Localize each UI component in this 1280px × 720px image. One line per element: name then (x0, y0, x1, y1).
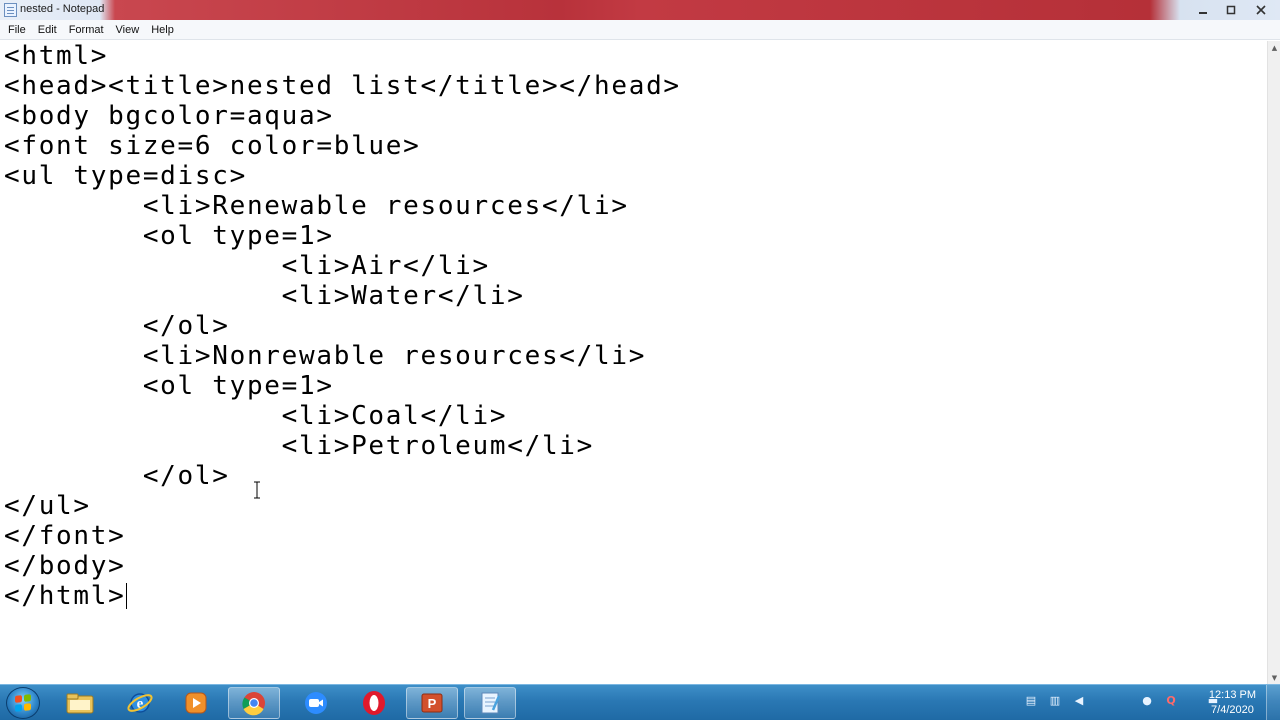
code-line: </body> (4, 551, 126, 581)
zoom-icon (305, 692, 327, 714)
taskbar-zoom[interactable] (290, 687, 342, 719)
window-title: nested - Notepad (20, 3, 105, 15)
maximize-icon (1226, 5, 1236, 14)
taskbar-explorer[interactable] (54, 687, 106, 719)
vertical-scrollbar[interactable]: ▲ ▼ (1267, 41, 1280, 684)
taskbar-chrome[interactable] (228, 687, 280, 719)
close-icon (1256, 4, 1266, 15)
media-player-icon (185, 692, 207, 714)
svg-text:P: P (428, 696, 437, 711)
code-line: </html> (4, 581, 126, 611)
show-desktop-button[interactable] (1266, 685, 1280, 720)
code-line: <li>Water</li> (4, 281, 525, 311)
close-button[interactable] (1246, 1, 1276, 18)
menu-format[interactable]: Format (63, 21, 110, 39)
menu-help[interactable]: Help (145, 21, 180, 39)
network-icon[interactable]: ▥ (1048, 693, 1062, 707)
maximize-button[interactable] (1218, 1, 1244, 18)
code-line: </ul> (4, 491, 91, 521)
notepad-icon (481, 692, 501, 714)
tray-q-icon[interactable]: Q (1164, 693, 1178, 707)
code-line: <ol type=1> (4, 221, 334, 251)
start-button[interactable] (6, 687, 40, 719)
taskbar-media-player[interactable] (170, 687, 222, 719)
action-center-icon[interactable]: ▤ (1024, 693, 1038, 707)
text-editor[interactable]: <html> <head><title>nested list</title><… (0, 41, 1267, 684)
ibeam-cursor-icon (254, 481, 260, 499)
chrome-icon (242, 692, 265, 716)
clock[interactable]: 12:13 PM 7/4/2020 (1209, 688, 1256, 718)
code-line: <html> (4, 41, 109, 71)
minimize-button[interactable] (1190, 1, 1216, 18)
taskbar: e P ▤ ▥ ◀ ● Q ▬ 12:13 PM 7/4/2020 (0, 684, 1280, 720)
text-caret (126, 583, 128, 609)
code-line: </font> (4, 521, 126, 551)
code-line: </ol> (4, 311, 230, 341)
system-tray: ▤ ▥ ◀ ● Q ▬ (1024, 693, 1220, 707)
code-line: <li>Petroleum</li> (4, 431, 595, 461)
taskbar-internet-explorer[interactable]: e (114, 687, 166, 719)
volume-icon[interactable]: ◀ (1072, 693, 1086, 707)
menu-edit[interactable]: Edit (32, 21, 63, 39)
code-line: </ol> (4, 461, 230, 491)
code-line: <li>Nonrewable resources</li> (4, 341, 647, 371)
powerpoint-icon: P (421, 693, 443, 713)
code-line: <li>Renewable resources</li> (4, 191, 629, 221)
code-line: <font size=6 color=blue> (4, 131, 421, 161)
taskbar-opera[interactable] (348, 687, 400, 719)
code-line: <ul type=disc> (4, 161, 247, 191)
clock-date: 7/4/2020 (1211, 704, 1254, 716)
menu-bar: File Edit Format View Help (0, 20, 1280, 40)
code-line: <ol type=1> (4, 371, 334, 401)
scroll-up-icon[interactable]: ▲ (1268, 41, 1280, 54)
menu-view[interactable]: View (110, 21, 146, 39)
code-line: <li>Coal</li> (4, 401, 508, 431)
minimize-icon (1199, 11, 1207, 14)
internet-explorer-icon: e (127, 693, 153, 713)
code-line: <body bgcolor=aqua> (4, 101, 334, 131)
window-controls (1190, 1, 1276, 19)
taskbar-powerpoint[interactable]: P (406, 687, 458, 719)
code-line: <li>Air</li> (4, 251, 490, 281)
notepad-icon (4, 3, 17, 17)
opera-icon (363, 691, 385, 715)
menu-file[interactable]: File (2, 21, 32, 39)
tray-app-icon[interactable]: ● (1140, 693, 1154, 707)
scroll-down-icon[interactable]: ▼ (1268, 671, 1280, 684)
taskbar-notepad[interactable] (464, 687, 516, 719)
code-line: <head><title>nested list</title></head> (4, 71, 681, 101)
title-bar[interactable]: nested - Notepad (0, 0, 1280, 20)
clock-time: 12:13 PM (1208, 689, 1256, 701)
windows-explorer-icon (66, 693, 94, 714)
editor-content[interactable]: <html> <head><title>nested list</title><… (4, 41, 681, 611)
windows-logo-icon (15, 694, 31, 712)
